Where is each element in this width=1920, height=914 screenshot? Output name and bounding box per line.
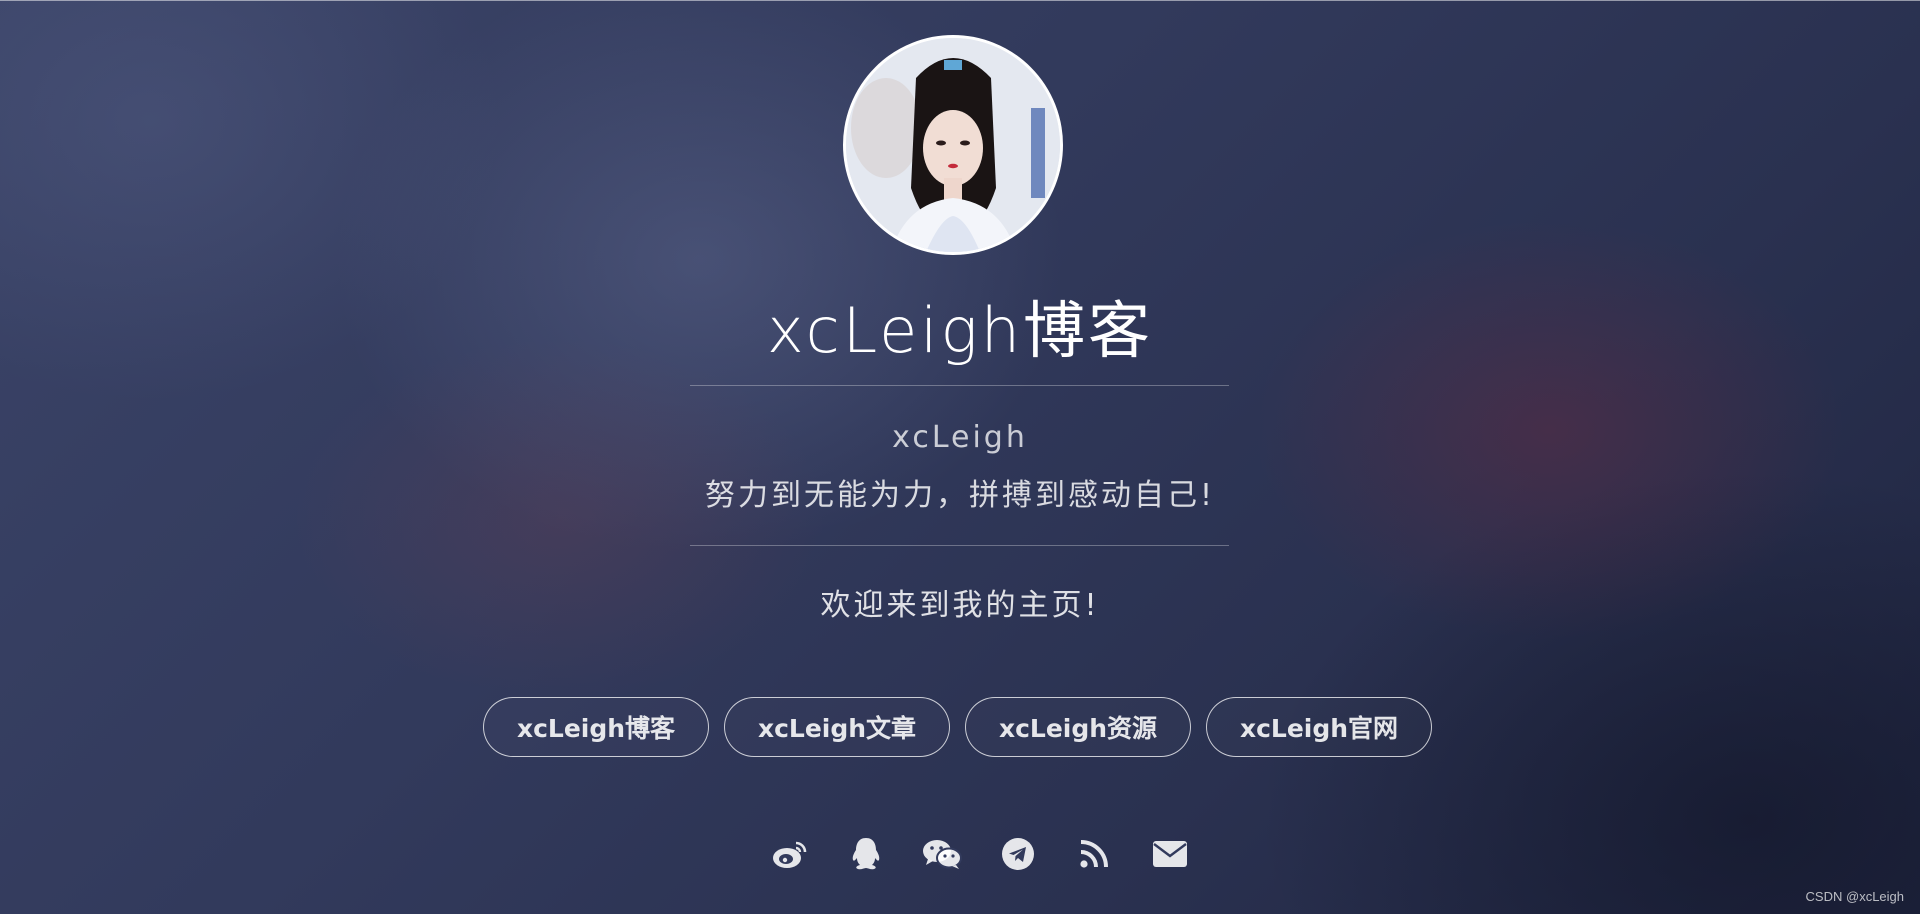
telegram-icon[interactable] [980,832,1056,876]
email-icon[interactable] [1132,832,1208,876]
articles-button[interactable]: xcLeigh文章 [724,697,950,757]
rss-icon[interactable] [1056,832,1132,876]
avatar [843,35,1063,255]
divider [690,385,1229,386]
author-name: xcLeigh [892,420,1028,455]
wechat-icon[interactable] [904,832,980,876]
nav-buttons: xcLeigh博客 xcLeigh文章 xcLeigh资源 xcLeigh官网 [483,697,1432,757]
welcome-text: 欢迎来到我的主页! [820,588,1100,623]
blog-button[interactable]: xcLeigh博客 [483,697,709,757]
profile-page: xcLeigh博客 xcLeigh 努力到无能为力，拼搏到感动自己! 欢迎来到我… [0,0,1920,914]
social-links [752,832,1208,876]
qq-icon[interactable] [828,832,904,876]
watermark: CSDN @xcLeigh [1805,889,1904,904]
site-title: xcLeigh博客 [766,294,1153,367]
official-site-button[interactable]: xcLeigh官网 [1206,697,1432,757]
avatar-portrait [846,38,1060,252]
divider [690,545,1229,546]
motto: 努力到无能为力，拼搏到感动自己! [704,478,1216,513]
resources-button[interactable]: xcLeigh资源 [965,697,1191,757]
weibo-icon[interactable] [752,832,828,876]
